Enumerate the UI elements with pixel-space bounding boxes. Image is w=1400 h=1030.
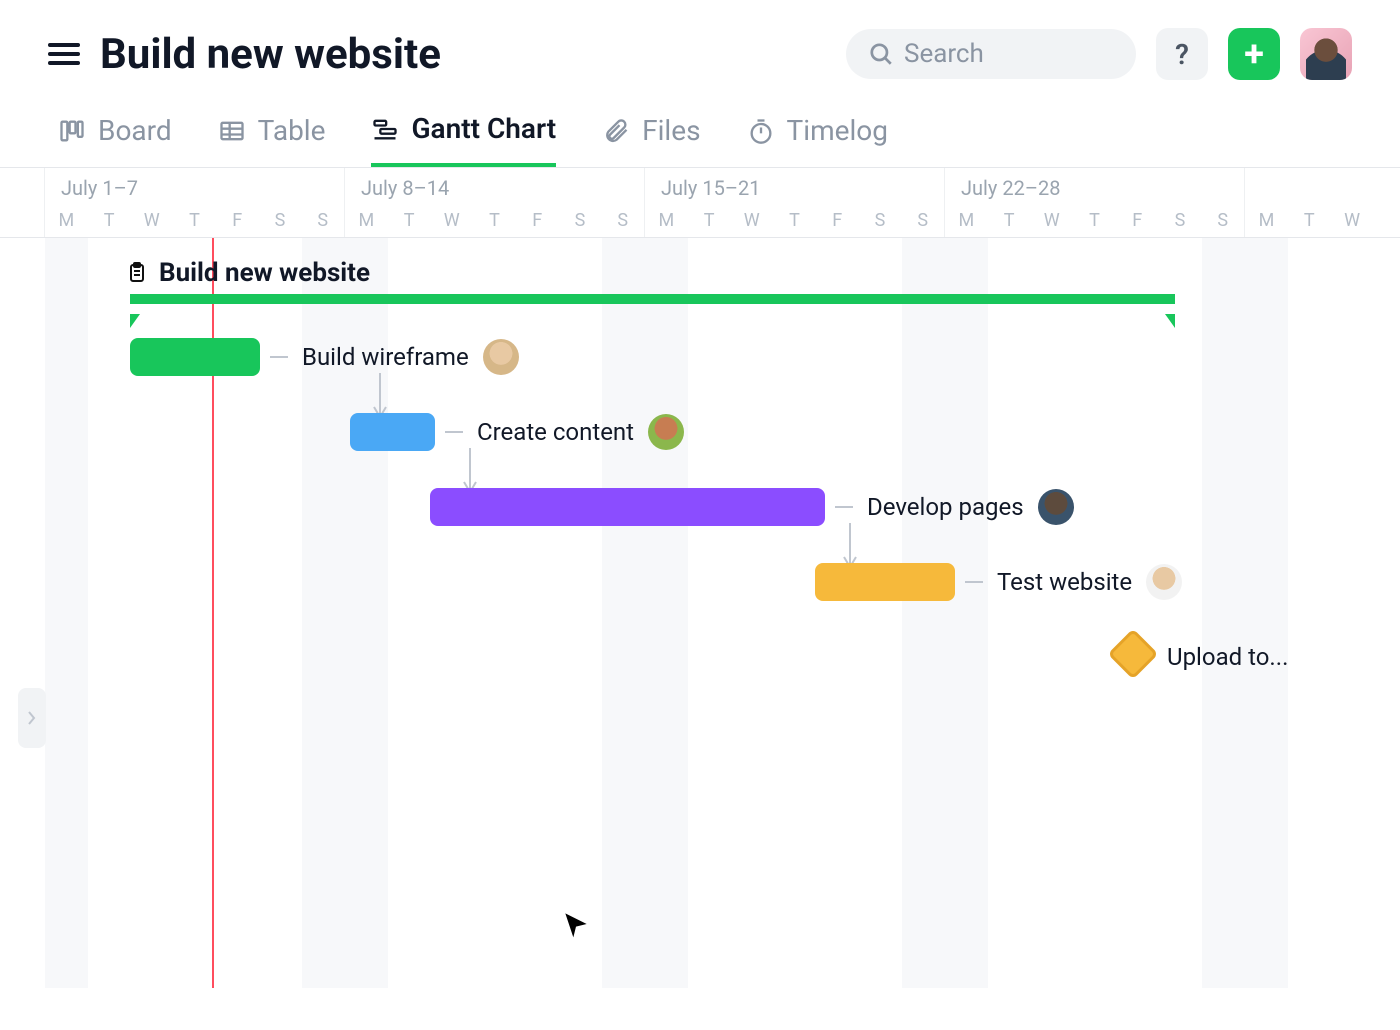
tab-files-label: Files bbox=[642, 114, 700, 147]
task-row: Develop pages bbox=[45, 468, 1400, 543]
milestone-diamond[interactable] bbox=[1108, 629, 1159, 680]
tab-table[interactable]: Table bbox=[218, 112, 326, 167]
tab-board-label: Board bbox=[98, 114, 172, 147]
project-row: Build new website bbox=[45, 258, 1400, 318]
tab-table-label: Table bbox=[258, 114, 326, 147]
week-label: July 22–28 bbox=[961, 176, 1060, 200]
week-col-2: July 8–14 M T W T F S S bbox=[345, 168, 645, 237]
menu-icon[interactable] bbox=[48, 38, 80, 70]
project-title[interactable]: Build new website bbox=[125, 258, 370, 288]
board-icon bbox=[58, 117, 86, 145]
plus-icon: + bbox=[1244, 33, 1264, 75]
week-label: July 8–14 bbox=[361, 176, 449, 200]
tab-board[interactable]: Board bbox=[58, 112, 172, 167]
paperclip-icon bbox=[602, 117, 630, 145]
task-bar-wireframe[interactable] bbox=[130, 338, 260, 376]
page-title: Build new website bbox=[100, 30, 441, 79]
search-icon bbox=[868, 41, 894, 67]
task-bar-develop[interactable] bbox=[430, 488, 825, 526]
week-col-1: July 1–7 M T W T F S S bbox=[45, 168, 345, 237]
timeline-header: July 1–7 M T W T F S S July 8–14 M T W T… bbox=[0, 168, 1400, 238]
tab-files[interactable]: Files bbox=[602, 112, 700, 167]
table-icon bbox=[218, 117, 246, 145]
milestone-row: Upload to... bbox=[45, 618, 1400, 693]
assignee-avatar[interactable] bbox=[483, 339, 519, 375]
help-button[interactable]: ? bbox=[1156, 28, 1208, 80]
connector-line bbox=[270, 356, 288, 358]
assignee-avatar[interactable] bbox=[648, 414, 684, 450]
task-label: Build wireframe bbox=[302, 343, 469, 371]
gantt-timeline: July 1–7 M T W T F S S July 8–14 M T W T… bbox=[0, 168, 1400, 988]
week-col-4: July 22–28 M T W T F S S bbox=[945, 168, 1245, 237]
tab-gantt[interactable]: Gantt Chart bbox=[371, 112, 556, 167]
expand-sidebar-handle[interactable] bbox=[18, 688, 46, 748]
gantt-icon bbox=[371, 115, 399, 143]
tab-timelog-label: Timelog bbox=[787, 114, 888, 147]
week-label: July 1–7 bbox=[61, 176, 138, 200]
user-avatar[interactable] bbox=[1300, 28, 1352, 80]
task-row: Create content bbox=[45, 393, 1400, 468]
task-row: Build wireframe bbox=[45, 318, 1400, 393]
topbar: Build new website Search ? + bbox=[0, 0, 1400, 90]
task-bar-content[interactable] bbox=[350, 413, 435, 451]
task-label: Develop pages bbox=[867, 493, 1024, 521]
task-label: Test website bbox=[997, 568, 1132, 596]
task-row: Test website bbox=[45, 543, 1400, 618]
connector-line bbox=[835, 506, 853, 508]
help-icon: ? bbox=[1175, 38, 1189, 71]
connector-line bbox=[445, 431, 463, 433]
cursor-icon bbox=[560, 908, 592, 940]
search-placeholder: Search bbox=[904, 39, 984, 69]
task-label: Create content bbox=[477, 418, 634, 446]
clipboard-icon bbox=[125, 261, 149, 285]
week-col-3: July 15–21 M T W T F S S bbox=[645, 168, 945, 237]
search-input[interactable]: Search bbox=[846, 29, 1136, 79]
connector-line bbox=[965, 581, 983, 583]
assignee-avatar[interactable] bbox=[1038, 489, 1074, 525]
week-col-5: M T W bbox=[1245, 168, 1400, 237]
project-span-bar[interactable] bbox=[130, 294, 1175, 304]
assignee-avatar[interactable] bbox=[1146, 564, 1182, 600]
milestone-label: Upload to... bbox=[1167, 643, 1288, 671]
add-button[interactable]: + bbox=[1228, 28, 1280, 80]
tab-gantt-label: Gantt Chart bbox=[411, 112, 556, 145]
week-label: July 15–21 bbox=[661, 176, 760, 200]
gantt-rows: Build new website Build wireframe Create… bbox=[45, 258, 1400, 693]
stopwatch-icon bbox=[747, 117, 775, 145]
tab-timelog[interactable]: Timelog bbox=[747, 112, 888, 167]
task-bar-test[interactable] bbox=[815, 563, 955, 601]
view-tabs: Board Table Gantt Chart Files Timelog bbox=[0, 90, 1400, 168]
